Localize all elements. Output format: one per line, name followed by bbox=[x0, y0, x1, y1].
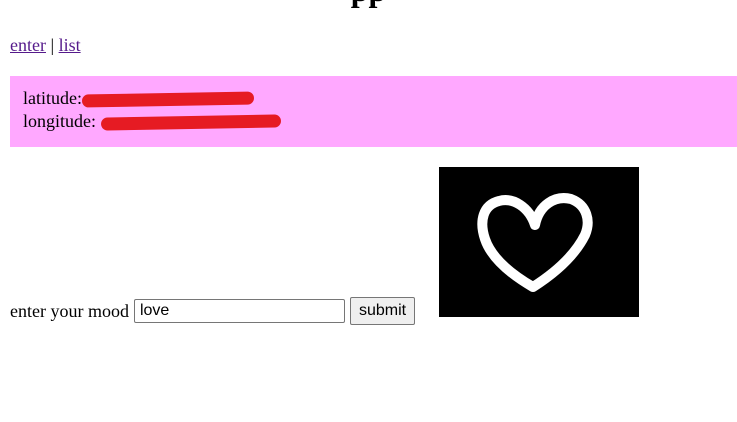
nav-links: enter | list bbox=[10, 34, 81, 56]
latitude-row: latitude: bbox=[23, 87, 724, 110]
mood-input[interactable]: love bbox=[133, 299, 345, 323]
longitude-redaction bbox=[100, 114, 281, 131]
location-panel: latitude: longitude: bbox=[10, 76, 737, 147]
heart-drawing-icon bbox=[477, 193, 593, 292]
submit-button[interactable]: submit bbox=[349, 297, 416, 325]
page: pp enter | list latitude: longitude: ent… bbox=[0, 0, 737, 422]
nav-separator: | bbox=[50, 35, 55, 55]
latitude-redaction bbox=[82, 91, 255, 108]
mood-image bbox=[439, 167, 639, 317]
mood-label: enter your mood bbox=[10, 300, 129, 321]
list-link[interactable]: list bbox=[59, 35, 81, 55]
longitude-label: longitude: bbox=[23, 111, 96, 131]
page-title: pp bbox=[0, 0, 737, 6]
latitude-label: latitude: bbox=[23, 88, 82, 108]
mood-form: enter your mood love submit bbox=[10, 297, 416, 325]
longitude-row: longitude: bbox=[23, 110, 724, 133]
enter-link[interactable]: enter bbox=[10, 35, 46, 55]
